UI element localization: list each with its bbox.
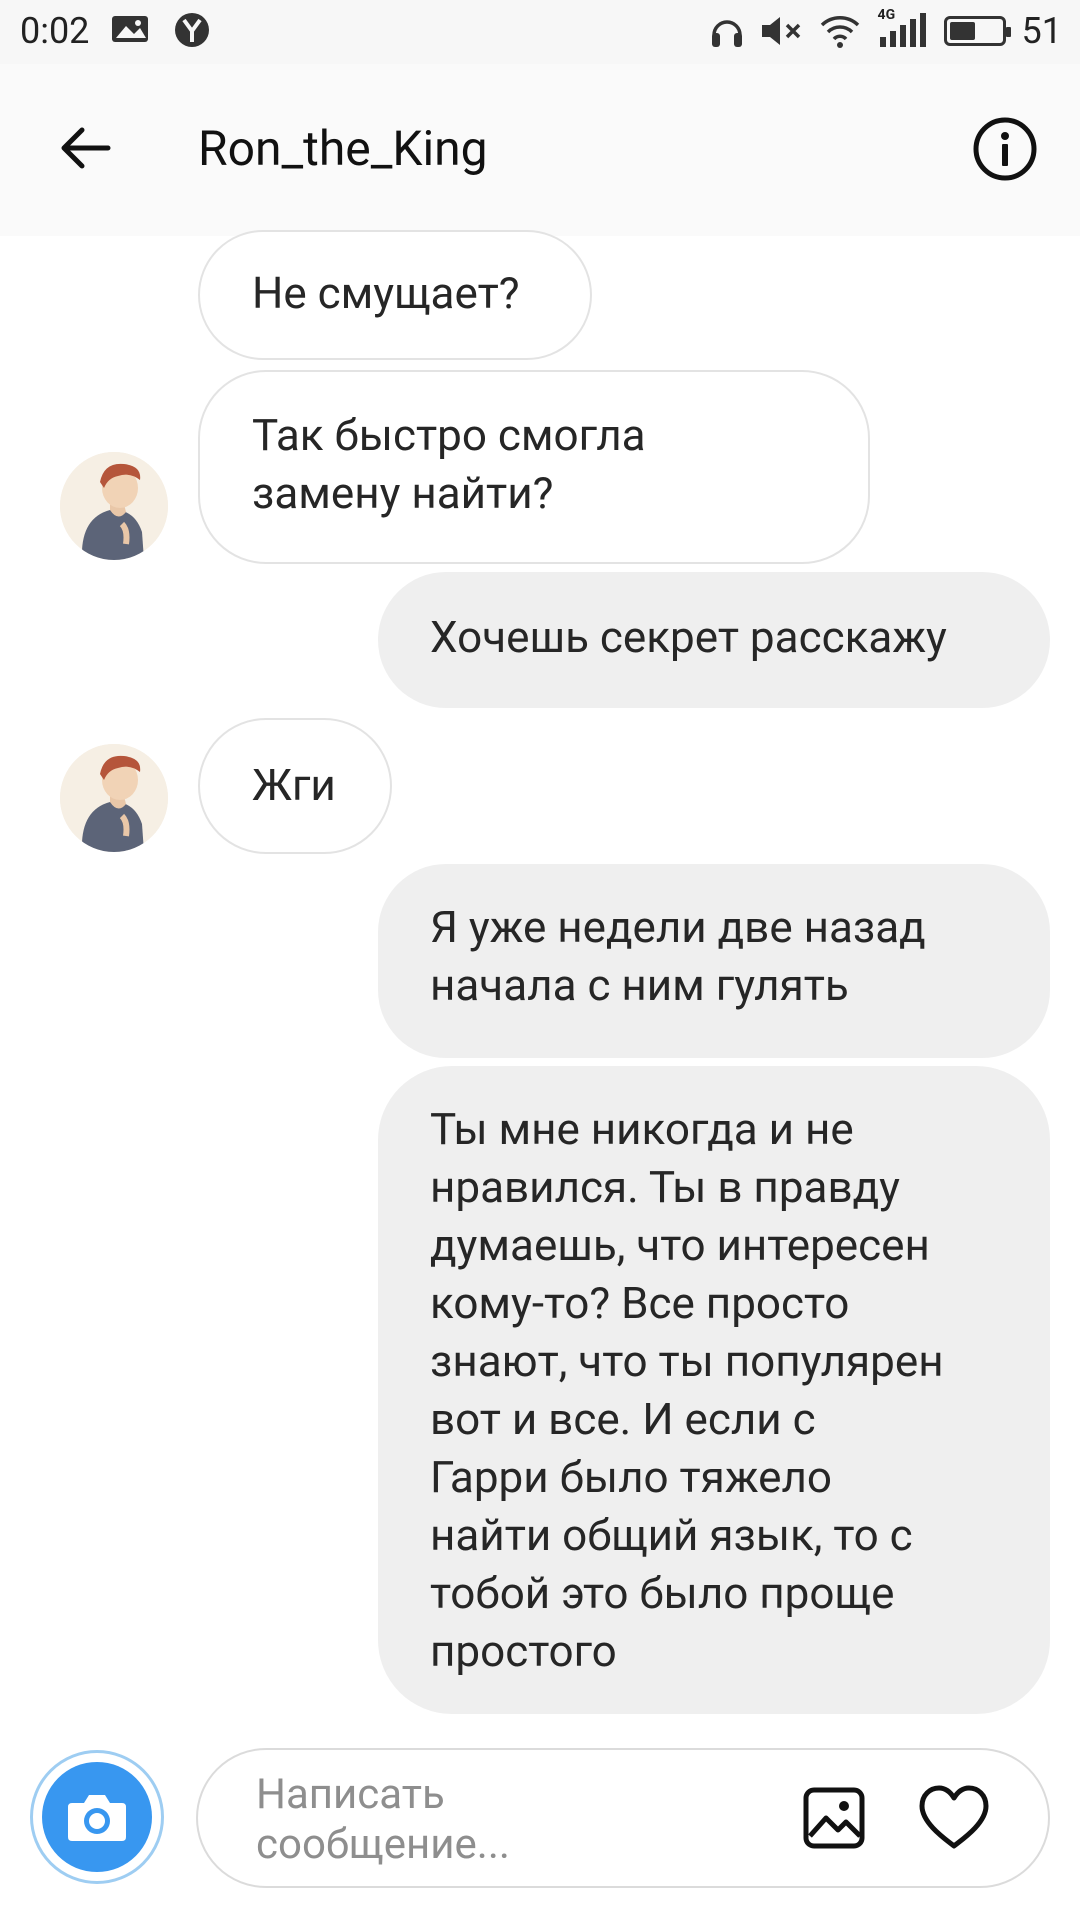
message-line: нравился. Ты в правду	[430, 1161, 900, 1213]
chat-header: Ron_the_King	[0, 64, 1080, 237]
message-bubble-incoming[interactable]: Так быстро смогла замену найти?	[198, 370, 870, 564]
message-bubble-outgoing[interactable]: Я уже недели две назад начала с ним гуля…	[378, 864, 1050, 1058]
message-input-placeholder: Написать сообщение...	[256, 1770, 656, 1870]
mute-icon	[761, 17, 800, 45]
status-bar: 0:02 4G 51	[0, 0, 1080, 64]
yandex-browser-icon	[175, 13, 209, 47]
message-line: простого	[430, 1625, 617, 1677]
message-line: замену найти?	[252, 467, 554, 519]
wifi-icon	[820, 16, 859, 48]
message-line: Так быстро смогла	[252, 409, 646, 461]
message-line: Ты мне никогда и не	[430, 1103, 854, 1155]
conversation-title[interactable]: Ron_the_King	[198, 120, 488, 177]
message-composer: Написать сообщение...	[0, 1738, 1080, 1920]
placeholder-line: Написать	[256, 1770, 445, 1819]
status-left-icons	[110, 12, 210, 48]
picture-notification-icon	[112, 16, 148, 42]
avatar[interactable]	[60, 744, 168, 852]
cellular-signal: 4G	[876, 7, 928, 49]
camera-icon	[68, 1795, 126, 1841]
message-line: Гарри было тяжело	[430, 1451, 832, 1503]
avatar-image	[60, 452, 168, 560]
signal-bars-icon	[879, 13, 926, 47]
placeholder-line: сообщение...	[256, 1820, 511, 1869]
status-time: 0:02	[20, 10, 90, 52]
message-line: найти общий язык, то с	[430, 1509, 913, 1561]
message-line: начала с ним гулять	[430, 959, 849, 1011]
heart-icon[interactable]	[918, 1784, 990, 1852]
message-list[interactable]: Не смущает? Так быстро смогла замену най…	[0, 230, 1080, 1736]
battery-percent: 51	[1021, 10, 1062, 52]
message-line: тобой это было проще	[430, 1567, 895, 1619]
status-right-icons: 4G 51	[710, 7, 1062, 52]
message-line: кому-то? Все просто	[430, 1277, 850, 1329]
battery-icon	[943, 16, 1011, 46]
info-icon[interactable]	[972, 116, 1038, 182]
message-text: Хочешь секрет расскажу	[430, 611, 947, 663]
camera-button-fill	[42, 1762, 152, 1872]
camera-button[interactable]	[30, 1750, 164, 1884]
avatar[interactable]	[60, 452, 168, 560]
message-bubble-incoming[interactable]: Не смущает?	[198, 230, 592, 360]
message-input[interactable]: Написать сообщение...	[196, 1748, 1050, 1888]
message-line: знают, что ты популярен	[430, 1335, 944, 1387]
gallery-icon[interactable]	[802, 1786, 866, 1850]
message-bubble-incoming[interactable]: Жги	[198, 718, 392, 854]
message-line: Я уже недели две назад	[430, 901, 926, 953]
headphones-icon	[711, 20, 742, 47]
message-line: вот и все. И если с	[430, 1393, 816, 1445]
message-text: Не смущает?	[252, 267, 520, 319]
back-arrow-icon[interactable]	[56, 118, 116, 178]
message-bubble-outgoing[interactable]: Хочешь секрет расскажу	[378, 572, 1050, 708]
avatar-image	[60, 744, 168, 852]
message-bubble-outgoing[interactable]: Ты мне никогда и не нравился. Ты в правд…	[378, 1066, 1050, 1714]
message-text: Жги	[252, 759, 336, 811]
message-line: думаешь, что интересен	[430, 1219, 930, 1271]
